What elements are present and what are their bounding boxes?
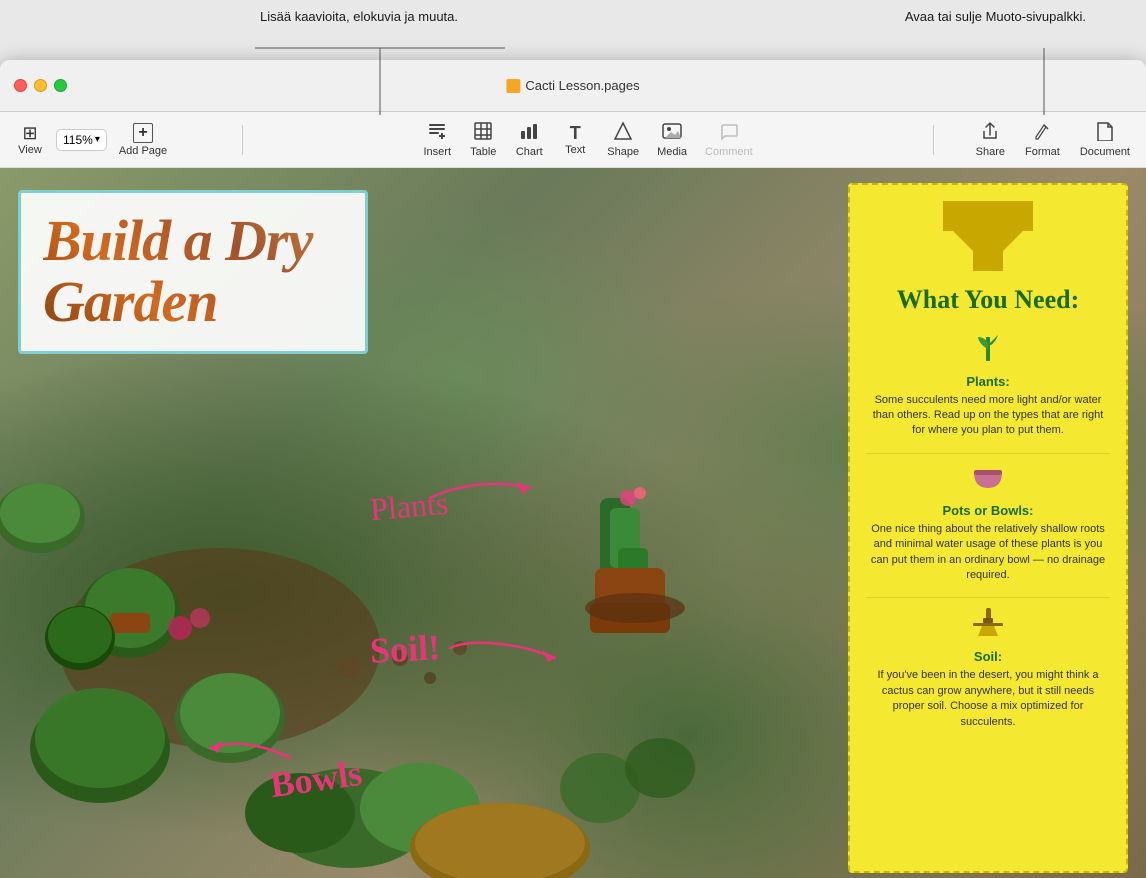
section-divider-2 [866,597,1110,598]
pages-window: Cacti Lesson.pages ⊞ View 115% ▾ + Add P… [0,60,1146,878]
document-title: Build a DryGarden [43,211,343,333]
view-button[interactable]: ⊞ View [8,120,52,160]
window-title: Cacti Lesson.pages [506,78,639,93]
close-button[interactable] [14,79,27,92]
panel-arrow [866,201,1110,276]
chevron-down-icon: ▾ [95,134,100,145]
toolbar-right: Share Format [938,117,1138,162]
text-icon: T [570,124,581,142]
chart-icon [519,121,539,144]
share-icon [980,121,1000,144]
insert-button[interactable]: Insert [415,117,459,162]
document-title-box[interactable]: Build a DryGarden [18,190,368,354]
info-panel[interactable]: What You Need: Plants: Some succulents n… [848,183,1128,873]
plants-section: Plants: Some succulents need more light … [866,327,1110,439]
toolbar-divider-1 [242,125,243,155]
plants-section-text: Some succulents need more light and/or w… [866,393,1110,439]
toolbar: ⊞ View 115% ▾ + Add Page [0,112,1146,168]
soil-section-text: If you've been in the desert, you might … [866,668,1110,730]
format-button[interactable]: Format [1017,117,1068,162]
bowl-icon [970,464,1006,492]
media-button[interactable]: Media [649,117,695,162]
view-icon: ⊞ [22,124,37,142]
soil-section: Soil: If you've been in the desert, you … [866,608,1110,730]
comment-button[interactable]: Comment [697,117,761,162]
pots-section-title: Pots or Bowls: [866,503,1110,518]
pages-icon [506,79,520,93]
section-divider-1 [866,453,1110,454]
document-icon [1096,121,1114,144]
plants-icon [866,327,1110,370]
pots-icon [866,464,1110,499]
zoom-control[interactable]: 115% ▾ [56,129,107,151]
plant-icon [974,327,1002,363]
titlebar: Cacti Lesson.pages [0,60,1146,112]
share-button[interactable]: Share [968,117,1013,162]
traffic-lights [14,79,67,92]
chart-button[interactable]: Chart [507,117,551,162]
insert-icon [427,121,447,144]
plants-section-title: Plants: [866,374,1110,389]
down-arrow-icon [943,201,1033,271]
panel-title: What You Need: [866,286,1110,315]
toolbar-center: Insert Table [247,117,929,162]
shovel-icon [968,608,1008,638]
shape-icon [613,121,633,144]
format-tooltip: Avaa tai sulje Muoto-sivupalkki. [905,8,1086,26]
soil-icon [866,608,1110,645]
comment-icon [719,121,739,144]
soil-section-title: Soil: [866,649,1110,664]
fullscreen-button[interactable] [54,79,67,92]
table-icon [473,121,493,144]
pots-section: Pots or Bowls: One nice thing about the … [866,464,1110,584]
document-button[interactable]: Document [1072,117,1138,162]
minimize-button[interactable] [34,79,47,92]
insert-tooltip: Lisää kaavioita, elokuvia ja muuta. [260,8,458,26]
format-icon [1032,121,1052,144]
add-page-button[interactable]: + Add Page [111,119,175,161]
shape-button[interactable]: Shape [599,117,647,162]
toolbar-left: ⊞ View 115% ▾ + Add Page [8,119,238,161]
add-page-icon: + [133,123,153,143]
document-area: Build a DryGarden What You Need: [0,168,1146,878]
pots-section-text: One nice thing about the relatively shal… [866,522,1110,584]
table-button[interactable]: Table [461,117,505,162]
toolbar-divider-2 [933,125,934,155]
text-button[interactable]: T Text [553,120,597,160]
media-icon [662,121,682,144]
